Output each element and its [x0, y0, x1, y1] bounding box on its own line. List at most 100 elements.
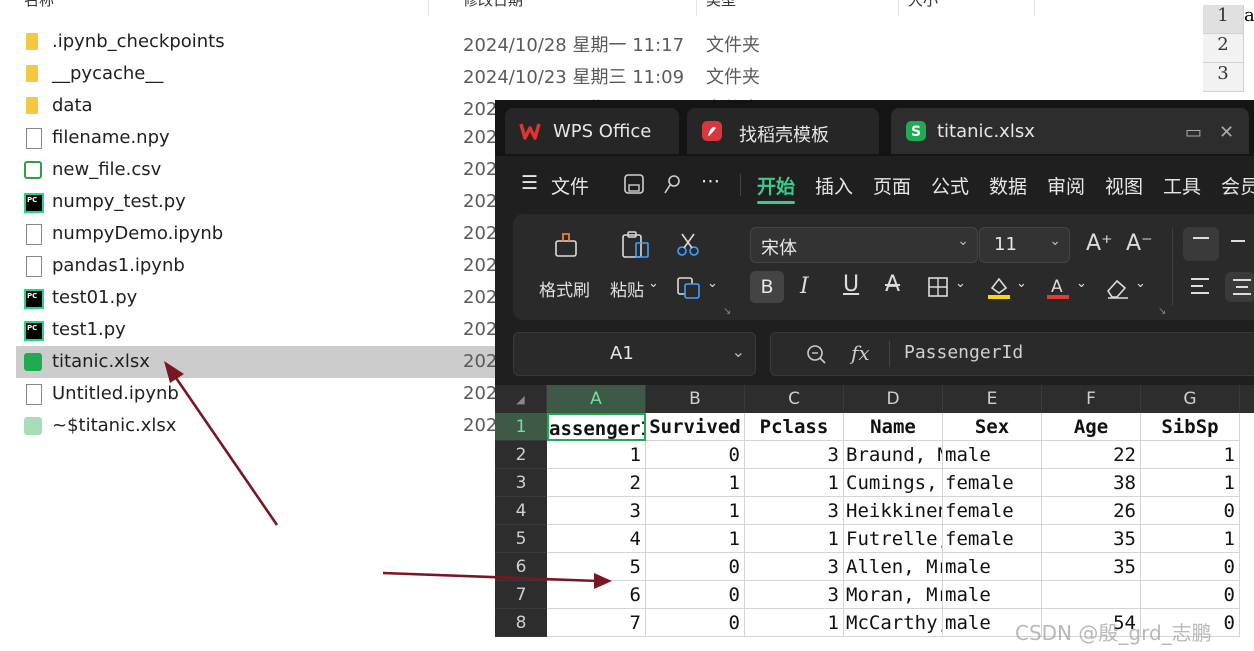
font-color-icon[interactable]: A: [1045, 274, 1071, 300]
grid-cell[interactable]: 0: [646, 609, 745, 637]
grid-cell[interactable]: McCarthy,: [844, 609, 943, 637]
font-size-select[interactable]: 11 ⌄: [979, 227, 1070, 263]
chevron-down-icon[interactable]: ⌄: [1076, 276, 1087, 291]
row-header[interactable]: 8: [495, 609, 547, 637]
column-header[interactable]: A: [547, 385, 646, 413]
grid-cell[interactable]: 35: [1042, 553, 1141, 581]
column-header-type[interactable]: 类型: [706, 0, 736, 17]
chevron-down-icon[interactable]: ⌄: [1135, 276, 1146, 291]
close-icon[interactable]: ✕: [1219, 122, 1234, 143]
formula-content[interactable]: PassengerId: [904, 342, 1023, 363]
grid-cell[interactable]: 22: [1042, 441, 1141, 469]
row-header[interactable]: 1: [495, 413, 547, 441]
grid-cell[interactable]: female: [943, 525, 1042, 553]
file-row[interactable]: numpyDemo.ipynb 202: [16, 218, 497, 250]
grid-cell[interactable]: 3: [547, 497, 646, 525]
column-header[interactable]: [1240, 385, 1254, 413]
copy-icon[interactable]: [676, 276, 702, 300]
expand-group-icon[interactable]: ↘: [1158, 306, 1166, 317]
column-header-size[interactable]: 大小: [908, 0, 938, 17]
chevron-down-icon[interactable]: ⌄: [955, 276, 966, 291]
menu-home[interactable]: 开始: [757, 172, 795, 199]
chevron-down-icon[interactable]: ⌄: [648, 276, 659, 291]
menu-data[interactable]: 数据: [989, 172, 1027, 199]
tab-wps-office[interactable]: WPS Office: [505, 108, 679, 154]
zoom-icon[interactable]: [805, 343, 827, 365]
tab-titanic-xlsx[interactable]: S titanic.xlsx ▭ ✕: [891, 108, 1249, 154]
menu-file[interactable]: 文件: [551, 172, 589, 199]
file-row[interactable]: new_file.csv 202: [16, 154, 497, 186]
grid-cell[interactable]: 3: [745, 553, 844, 581]
grid-cell[interactable]: 7: [547, 609, 646, 637]
chevron-down-icon[interactable]: ⌄: [732, 342, 745, 361]
grid-cell[interactable]: 3: [745, 497, 844, 525]
eraser-icon[interactable]: [1104, 276, 1130, 300]
grid-cell[interactable]: Age: [1042, 413, 1141, 441]
grid-cell[interactable]: 35: [1042, 525, 1141, 553]
spreadsheet-grid[interactable]: ◢ A B C D E F G 1 assengerI Survived Pclass Name Sex A…: [495, 385, 1254, 651]
row-header[interactable]: 4: [495, 497, 547, 525]
grid-cell[interactable]: 3: [745, 441, 844, 469]
file-row[interactable]: .ipynb_checkpoints 2024/10/28 星期一 11:17 文件…: [16, 26, 760, 58]
format-painter-icon[interactable]: [551, 230, 581, 260]
grid-cell[interactable]: SibSp: [1141, 413, 1240, 441]
decrease-font-icon[interactable]: A⁻: [1126, 233, 1153, 255]
file-row[interactable]: Untitled.ipynb 202: [16, 378, 497, 410]
strikethrough-button[interactable]: A: [885, 274, 900, 296]
column-header[interactable]: G: [1141, 385, 1240, 413]
tab-docer[interactable]: 找稻壳模板: [687, 108, 879, 154]
underline-button[interactable]: U: [843, 274, 859, 296]
grid-cell[interactable]: 1: [1141, 525, 1240, 553]
grid-cell[interactable]: 6: [547, 581, 646, 609]
grid-cell[interactable]: 4: [547, 525, 646, 553]
grid-cell[interactable]: Cumings,: [844, 469, 943, 497]
chevron-down-icon[interactable]: ⌄: [1016, 276, 1027, 291]
grid-cell[interactable]: 0: [1141, 581, 1240, 609]
menu-member[interactable]: 会员: [1221, 172, 1254, 199]
cut-icon[interactable]: [675, 232, 701, 258]
grid-cell[interactable]: Braund, M: [844, 441, 943, 469]
select-all-corner[interactable]: ◢: [495, 385, 547, 413]
grid-cell[interactable]: female: [943, 497, 1042, 525]
grid-cell[interactable]: male: [943, 581, 1042, 609]
grid-cell[interactable]: female: [943, 469, 1042, 497]
grid-cell[interactable]: 0: [646, 441, 745, 469]
column-divider[interactable]: [898, 0, 899, 16]
row-header[interactable]: 3: [495, 469, 547, 497]
grid-cell[interactable]: Sex: [943, 413, 1042, 441]
column-header[interactable]: D: [844, 385, 943, 413]
expand-group-icon[interactable]: ↘: [723, 306, 731, 317]
menu-formula[interactable]: 公式: [931, 172, 969, 199]
grid-cell[interactable]: Survived: [646, 413, 745, 441]
grid-cell[interactable]: 1: [745, 525, 844, 553]
grid-cell[interactable]: 1: [745, 609, 844, 637]
paste-icon[interactable]: [619, 230, 653, 260]
row-header[interactable]: 5: [495, 525, 547, 553]
format-painter-label[interactable]: 格式刷: [539, 276, 590, 301]
column-divider[interactable]: [1034, 0, 1035, 16]
file-row[interactable]: pandas1.ipynb 202: [16, 250, 497, 282]
column-header[interactable]: E: [943, 385, 1042, 413]
grid-cell[interactable]: 1: [1141, 441, 1240, 469]
grid-cell[interactable]: 5: [547, 553, 646, 581]
more-icon[interactable]: ⋯: [701, 170, 720, 192]
function-icon[interactable]: fx: [851, 341, 870, 365]
grid-cell[interactable]: 0: [646, 581, 745, 609]
italic-button[interactable]: I: [800, 276, 809, 298]
grid-cell[interactable]: 38: [1042, 469, 1141, 497]
font-family-select[interactable]: 宋体 ⌄: [750, 227, 978, 263]
file-row[interactable]: PC test01.py 202: [16, 282, 497, 314]
grid-cell[interactable]: 1: [745, 469, 844, 497]
column-header[interactable]: F: [1042, 385, 1141, 413]
grid-cell[interactable]: 1: [646, 497, 745, 525]
grid-cell[interactable]: Heikkinen: [844, 497, 943, 525]
grid-cell[interactable]: [1042, 581, 1141, 609]
grid-cell[interactable]: assengerI: [547, 413, 646, 441]
chevron-down-icon[interactable]: ⌄: [707, 276, 718, 291]
row-header[interactable]: 2: [495, 441, 547, 469]
grid-cell[interactable]: 1: [1141, 469, 1240, 497]
column-header[interactable]: B: [646, 385, 745, 413]
row-header[interactable]: 6: [495, 553, 547, 581]
menu-toggle-icon[interactable]: ☰: [521, 172, 538, 194]
column-header-date[interactable]: 修改日期: [463, 0, 523, 17]
